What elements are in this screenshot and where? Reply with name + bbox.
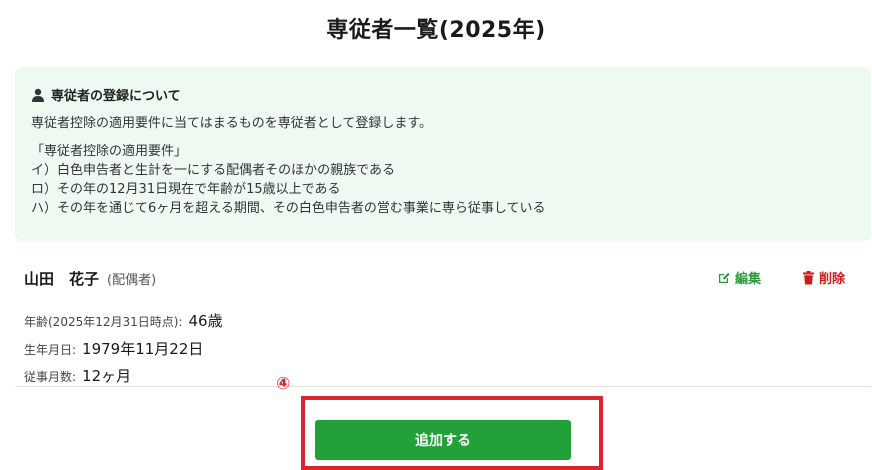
months-value: 12ヶ月 (82, 367, 132, 385)
info-heading: 専従者の登録について (31, 85, 855, 104)
page-title: 専従者一覧(2025年) (326, 18, 546, 43)
months-row: 従事月数: 12ヶ月 (24, 365, 131, 386)
requirement-item: ロ）その年の12月31日現在で年齢が15歳以上である (31, 182, 341, 197)
info-box: 専従者の登録について 専従者控除の適用要件に当てはまるものを専従者として登録しま… (15, 67, 871, 241)
add-button[interactable]: 追加する (315, 420, 571, 460)
birthdate-value: 1979年11月22日 (82, 340, 204, 358)
edit-label: 編集 (735, 272, 762, 287)
requirement-item: ハ）その年を通じて6ヶ月を超える期間、その白色申告者の営む事業に専ら従事している (31, 201, 546, 216)
dependent-header: 山田 花子 (配偶者) (24, 268, 156, 289)
step-marker: ④ (276, 374, 291, 394)
delete-label: 削除 (819, 272, 846, 287)
birthdate-label: 生年月日: (24, 343, 77, 357)
info-lead: 専従者控除の適用要件に当てはまるものを専従者として登録します。 (31, 116, 433, 131)
info-heading-text: 専従者の登録について (51, 89, 181, 104)
requirements-title: 「専従者控除の適用要件」 (31, 144, 188, 159)
age-label: 年齢(2025年12月31日時点): (24, 315, 183, 329)
requirements-block: 「専従者控除の適用要件」 イ）白色申告者と生計を一にする配偶者そのほかの親族であ… (31, 142, 855, 218)
age-value: 46歳 (188, 312, 223, 330)
birthdate-row: 生年月日: 1979年11月22日 (24, 338, 203, 359)
age-row: 年齢(2025年12月31日時点): 46歳 (24, 310, 223, 331)
dependent-relation: (配偶者) (107, 273, 157, 288)
edit-icon (719, 272, 730, 283)
edit-button[interactable]: 編集 (717, 268, 761, 287)
trash-icon (803, 270, 814, 284)
person-icon (32, 88, 44, 102)
delete-button[interactable]: 削除 (802, 268, 845, 287)
dependent-name: 山田 花子 (24, 270, 100, 288)
dependent-card: 山田 花子 (配偶者) 編集 削除 年齢(2025年12月31日時点): 46歳… (15, 258, 871, 387)
months-label: 従事月数: (24, 370, 77, 384)
requirement-item: イ）白色申告者と生計を一にする配偶者そのほかの親族である (31, 163, 396, 178)
